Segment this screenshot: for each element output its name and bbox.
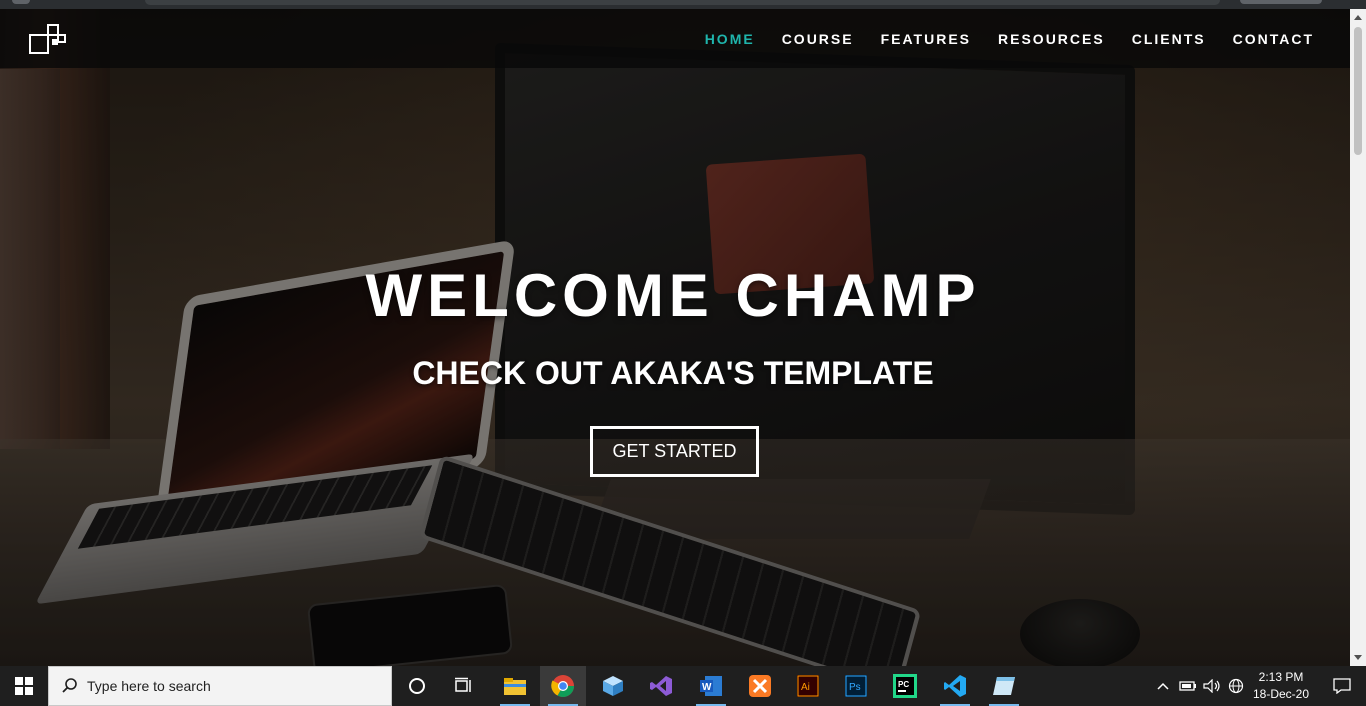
- task-view-button[interactable]: [440, 666, 486, 706]
- start-button[interactable]: [0, 666, 48, 706]
- taskbar-app-xampp[interactable]: [737, 666, 783, 706]
- taskbar-app-vscode[interactable]: [932, 666, 978, 706]
- nav-course[interactable]: COURSE: [782, 31, 854, 47]
- cortana-circle-icon: [409, 678, 425, 694]
- action-center-button[interactable]: [1318, 666, 1366, 706]
- browser-profile-edge[interactable]: [1240, 0, 1322, 4]
- nav-resources[interactable]: RESOURCES: [998, 31, 1105, 47]
- word-icon: W: [700, 676, 722, 696]
- notepad-app-icon: [993, 677, 1015, 695]
- taskbar-clock[interactable]: 2:13 PM 18-Dec-20: [1250, 669, 1312, 703]
- nav-contact[interactable]: CONTACT: [1233, 31, 1314, 47]
- search-placeholder: Type here to search: [87, 678, 211, 694]
- chevron-up-icon: [1157, 682, 1169, 690]
- navbar: HOME COURSE FEATURES RESOURCES CLIENTS C…: [0, 9, 1350, 68]
- taskbar-app-file-explorer[interactable]: [492, 666, 538, 706]
- battery-icon: [1179, 681, 1196, 691]
- windows-taskbar: Type here to search W Ai Ps PC 2:13 PM 1…: [0, 666, 1366, 706]
- file-explorer-icon: [504, 678, 526, 695]
- address-bar-edge[interactable]: [145, 0, 1220, 5]
- browser-top-strip: [0, 0, 1366, 9]
- taskbar-app-pycharm[interactable]: PC: [882, 666, 928, 706]
- box-app-icon: [603, 676, 623, 696]
- taskbar-search-box[interactable]: Type here to search: [48, 666, 392, 706]
- cortana-button[interactable]: [394, 666, 440, 706]
- svg-text:PC: PC: [898, 680, 909, 689]
- main-nav: HOME COURSE FEATURES RESOURCES CLIENTS C…: [678, 31, 1314, 47]
- photoshop-icon: Ps: [845, 675, 867, 697]
- visual-studio-icon: [650, 676, 672, 696]
- chrome-icon: [551, 675, 574, 697]
- svg-text:Ai: Ai: [801, 682, 810, 693]
- vscode-icon: [944, 675, 966, 697]
- hero-title: WELCOME CHAMP: [365, 262, 981, 329]
- taskbar-app-photoshop[interactable]: Ps: [833, 666, 879, 706]
- clock-date: 18-Dec-20: [1252, 687, 1310, 701]
- volume-icon: [1203, 679, 1220, 693]
- nav-home[interactable]: HOME: [705, 31, 755, 47]
- scroll-thumb[interactable]: [1354, 27, 1362, 155]
- hero-subtitle: CHECK OUT AKAKA'S TEMPLATE: [412, 355, 934, 391]
- svg-text:W: W: [702, 682, 712, 693]
- taskbar-app-visual-studio[interactable]: [638, 666, 684, 706]
- task-view-icon: [455, 677, 471, 692]
- notification-icon: [1333, 678, 1351, 694]
- network-tray[interactable]: [1224, 666, 1248, 706]
- scroll-up-arrow-icon[interactable]: [1354, 15, 1362, 20]
- taskbar-app-box[interactable]: [590, 666, 636, 706]
- scroll-down-arrow-icon[interactable]: [1354, 655, 1362, 660]
- illustrator-icon: Ai: [797, 675, 819, 697]
- battery-tray[interactable]: [1176, 666, 1200, 706]
- volume-tray[interactable]: [1200, 666, 1224, 706]
- nav-clients[interactable]: CLIENTS: [1132, 31, 1206, 47]
- taskbar-app-chrome[interactable]: [540, 666, 586, 706]
- globe-network-icon: [1228, 678, 1244, 694]
- site-logo-icon[interactable]: [28, 23, 68, 55]
- clock-time: 2:13 PM: [1258, 670, 1304, 684]
- page-viewport: HOME COURSE FEATURES RESOURCES CLIENTS C…: [0, 9, 1350, 666]
- pycharm-icon: PC: [893, 674, 917, 698]
- hero-dark-overlay: [0, 9, 1350, 666]
- taskbar-app-illustrator[interactable]: Ai: [785, 666, 831, 706]
- browser-tab-edge: [12, 0, 30, 4]
- taskbar-app-notepad[interactable]: [981, 666, 1027, 706]
- hero-background: [0, 9, 1350, 666]
- taskbar-app-word[interactable]: W: [688, 666, 734, 706]
- show-hidden-icons-button[interactable]: [1152, 666, 1174, 706]
- xampp-icon: [749, 675, 771, 697]
- get-started-button[interactable]: GET STARTED: [590, 426, 759, 477]
- search-icon: [62, 678, 77, 693]
- page-scrollbar[interactable]: [1350, 9, 1366, 666]
- svg-text:Ps: Ps: [849, 682, 861, 693]
- windows-logo-icon: [15, 677, 33, 695]
- nav-features[interactable]: FEATURES: [881, 31, 971, 47]
